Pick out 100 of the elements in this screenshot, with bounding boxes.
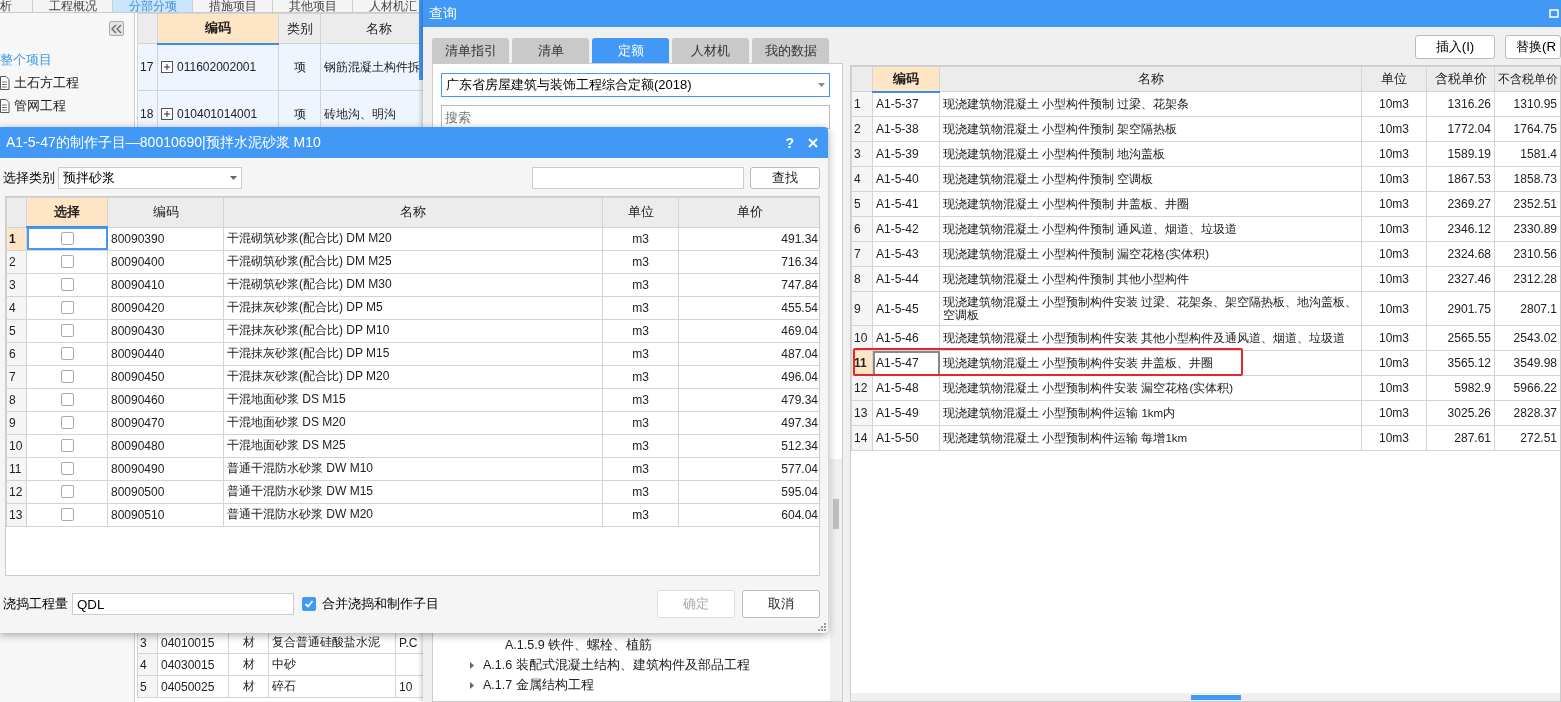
checkbox[interactable] xyxy=(302,597,316,611)
table-cell: 1589.19 xyxy=(1426,141,1495,167)
table-cell: 现浇建筑物混凝土 小型预制构件运输 每增1km xyxy=(939,425,1362,451)
scrollbar[interactable] xyxy=(419,0,423,80)
window-title: 查询 xyxy=(429,4,457,23)
dropdown-icon xyxy=(818,83,825,87)
table-cell: 现浇建筑物混凝土 小型构件预制 过梁、花架条 xyxy=(939,91,1362,117)
table-cell: 材 xyxy=(228,653,269,676)
column-header[interactable]: 不含税单价 xyxy=(1494,66,1560,92)
column-header[interactable]: 编码 xyxy=(872,66,940,92)
table-cell: m3 xyxy=(602,342,679,365)
tree-item[interactable]: 土石方工程 xyxy=(14,71,79,94)
tab[interactable]: 我的数据 xyxy=(752,38,829,63)
dropdown-icon xyxy=(230,176,237,180)
category-select[interactable]: 预拌砂浆 xyxy=(58,167,242,189)
checkbox[interactable] xyxy=(60,324,74,337)
scrollbar[interactable] xyxy=(830,459,842,701)
table-cell: 干混抹灰砂浆(配合比) DP M20 xyxy=(223,365,603,388)
table-cell: m3 xyxy=(602,434,679,457)
row-number: 12 xyxy=(851,375,873,401)
row-number: 7 xyxy=(6,365,27,388)
row-number: 6 xyxy=(851,216,873,242)
column-header[interactable]: 编码 xyxy=(157,13,279,44)
checkbox[interactable] xyxy=(60,416,74,429)
column-header[interactable]: 含税单价 xyxy=(1426,66,1495,92)
table-cell: 现浇建筑物混凝土 小型构件预制 空调板 xyxy=(939,166,1362,192)
row-number: 3 xyxy=(137,631,158,654)
table-cell: 干混地面砂浆 DS M25 xyxy=(223,434,603,457)
table-cell: 2327.46 xyxy=(1426,266,1495,292)
resize-grip-icon[interactable] xyxy=(818,623,826,631)
collapsed-icon[interactable] xyxy=(469,681,475,689)
row-number: 13 xyxy=(6,503,27,526)
checkbox[interactable] xyxy=(60,255,74,268)
tab[interactable]: 清单 xyxy=(512,38,589,63)
row-number: 3 xyxy=(6,273,27,296)
column-header[interactable]: 选择 xyxy=(26,197,108,227)
table-cell: 80090490 xyxy=(107,457,224,480)
tab[interactable]: 清单指引 xyxy=(432,38,509,63)
checkbox[interactable] xyxy=(60,485,74,498)
tree-item[interactable]: A.1.7 金属结构工程 xyxy=(483,676,594,694)
checkbox[interactable] xyxy=(60,462,74,475)
collapse-icon xyxy=(110,22,123,35)
dialog-button[interactable]: 取消 xyxy=(742,590,820,618)
table-cell: 现浇建筑物混凝土 小型预制构件安装 其他小型构件及通风道、烟道、垃圾道 xyxy=(939,325,1362,351)
checkbox[interactable] xyxy=(60,439,74,452)
row-number: 2 xyxy=(851,116,873,142)
expand-icon[interactable] xyxy=(161,61,173,74)
table-cell: 10m3 xyxy=(1361,116,1427,142)
toolbar-button[interactable]: 替换(R xyxy=(1505,35,1561,59)
table-cell: 10m3 xyxy=(1361,91,1427,117)
row-number: 1 xyxy=(851,91,873,117)
tab[interactable]: 工程概况 xyxy=(33,0,113,12)
checkbox[interactable] xyxy=(60,370,74,383)
table-cell: 现浇建筑物混凝土 小型构件预制 通风道、烟道、垃圾道 xyxy=(939,216,1362,242)
maximize-icon[interactable] xyxy=(1549,9,1559,18)
tab[interactable]: 措施项目 xyxy=(193,0,273,12)
column-header[interactable]: 单位 xyxy=(1361,66,1427,92)
table-cell: 现浇建筑物混凝土 小型预制构件运输 1km内 xyxy=(939,400,1362,426)
checkbox[interactable] xyxy=(60,301,74,314)
row-number: 5 xyxy=(6,319,27,342)
table-cell: A1-5-40 xyxy=(872,166,940,192)
row-number: 6 xyxy=(6,342,27,365)
tree-item[interactable]: A.1.6 装配式混凝土结构、建筑构件及部品工程 xyxy=(483,656,750,674)
table-cell: 普通干混防水砂浆 DW M15 xyxy=(223,480,603,503)
find-button[interactable]: 查找 xyxy=(750,167,820,189)
column-header[interactable]: 编码 xyxy=(107,197,224,227)
column-header[interactable]: 类别 xyxy=(278,13,321,44)
checkbox[interactable] xyxy=(60,393,74,406)
table-cell: 80090420 xyxy=(107,296,224,319)
table-cell: 10m3 xyxy=(1361,325,1427,351)
toolbar-button[interactable]: 插入(I) xyxy=(1415,35,1495,59)
checkbox[interactable] xyxy=(60,232,74,246)
quantity-field[interactable]: QDL xyxy=(72,593,294,615)
column-header[interactable]: 单位 xyxy=(602,197,679,227)
column-header[interactable]: 名称 xyxy=(223,197,603,227)
checkbox[interactable] xyxy=(60,278,74,291)
tab[interactable]: 其他项目 xyxy=(273,0,353,12)
table-cell: 材 xyxy=(228,675,269,698)
column-header[interactable]: 单价 xyxy=(678,197,819,227)
table-cell: 1772.04 xyxy=(1426,116,1495,142)
checkbox[interactable] xyxy=(60,347,74,360)
table-cell: A1-5-39 xyxy=(872,141,940,167)
library-select[interactable]: 广东省房屋建筑与装饰工程综合定额(2018) xyxy=(441,73,830,97)
tab[interactable]: 人材机 xyxy=(672,38,749,63)
close-icon[interactable] xyxy=(808,137,818,148)
tab[interactable]: 析 xyxy=(0,0,33,12)
search-field[interactable]: 搜索 xyxy=(441,105,830,129)
table-cell: 80090470 xyxy=(107,411,224,434)
row-number: 10 xyxy=(6,434,27,457)
search-field[interactable] xyxy=(532,167,744,189)
checkbox[interactable] xyxy=(60,508,74,521)
scrollbar[interactable] xyxy=(851,693,1560,701)
collapse-button[interactable] xyxy=(109,21,124,36)
table-cell: A1-5-41 xyxy=(872,191,940,217)
tree-item[interactable]: 管网工程 xyxy=(14,94,66,117)
table-cell: 80090460 xyxy=(107,388,224,411)
tree-item[interactable]: A.1.5.9 铁件、螺栓、植筋 xyxy=(505,636,653,654)
collapsed-icon[interactable] xyxy=(469,661,475,669)
expand-icon[interactable] xyxy=(161,108,173,120)
column-header[interactable]: 名称 xyxy=(939,66,1362,92)
